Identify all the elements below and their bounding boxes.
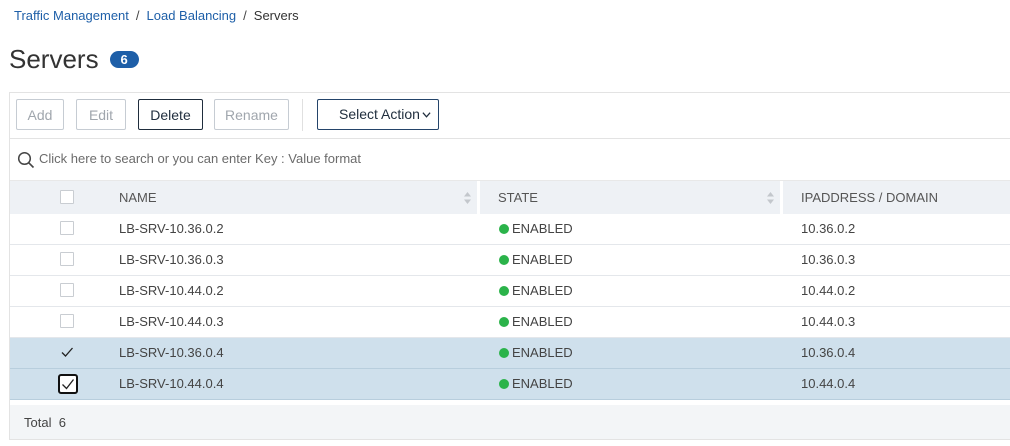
server-state-label: ENABLED bbox=[512, 345, 573, 360]
search-icon bbox=[17, 151, 35, 169]
total-label: Total bbox=[24, 415, 52, 430]
column-header-ipaddress-label: IPADDRESS / DOMAIN bbox=[801, 190, 939, 205]
server-state-label: ENABLED bbox=[512, 283, 573, 298]
server-name: LB-SRV-10.36.0.3 bbox=[119, 252, 224, 267]
server-name: LB-SRV-10.44.0.4 bbox=[119, 376, 224, 391]
status-dot-icon bbox=[499, 255, 509, 265]
server-state-label: ENABLED bbox=[512, 252, 573, 267]
chevron-down-icon bbox=[422, 112, 431, 118]
server-ip: 10.44.0.3 bbox=[801, 314, 856, 329]
row-checkbox[interactable] bbox=[60, 314, 74, 328]
server-state: ENABLED bbox=[499, 214, 573, 244]
delete-button[interactable]: Delete bbox=[138, 99, 203, 130]
toolbar-divider bbox=[302, 99, 303, 131]
row-checkbox[interactable] bbox=[60, 252, 74, 266]
server-state: ENABLED bbox=[499, 369, 573, 399]
row-checkbox[interactable] bbox=[60, 221, 74, 235]
rename-button[interactable]: Rename bbox=[214, 99, 289, 130]
table-row[interactable]: LB-SRV-10.44.0.3 ENABLED 10.44.0.3 bbox=[10, 307, 1010, 338]
sort-icon bbox=[767, 192, 774, 204]
server-ip: 10.44.0.2 bbox=[801, 283, 856, 298]
table-footer: Total 6 bbox=[10, 405, 1010, 439]
add-button[interactable]: Add bbox=[16, 99, 64, 130]
count-badge: 6 bbox=[109, 51, 139, 68]
column-header-name[interactable]: NAME bbox=[103, 181, 480, 214]
status-dot-icon bbox=[499, 286, 509, 296]
table-row[interactable]: LB-SRV-10.36.0.2 ENABLED 10.36.0.2 bbox=[10, 214, 1010, 245]
server-name: LB-SRV-10.44.0.2 bbox=[119, 283, 224, 298]
select-action-dropdown[interactable]: Select Action bbox=[317, 99, 439, 130]
page-header: Servers 6 bbox=[9, 44, 139, 75]
status-dot-icon bbox=[499, 379, 509, 389]
row-checkbox-checked[interactable] bbox=[60, 345, 74, 359]
column-header-ipaddress[interactable]: IPADDRESS / DOMAIN bbox=[786, 181, 1010, 214]
table-row[interactable]: LB-SRV-10.44.0.2 ENABLED 10.44.0.2 bbox=[10, 276, 1010, 307]
select-action-label: Select Action bbox=[339, 106, 420, 122]
server-state: ENABLED bbox=[499, 276, 573, 306]
server-state: ENABLED bbox=[499, 338, 573, 368]
server-ip: 10.36.0.2 bbox=[801, 221, 856, 236]
servers-panel: Add Edit Delete Rename Select Action Cli… bbox=[9, 92, 1010, 440]
column-header-state[interactable]: STATE bbox=[483, 181, 783, 214]
check-icon bbox=[61, 347, 73, 357]
server-name: LB-SRV-10.44.0.3 bbox=[119, 314, 224, 329]
table-row-selected[interactable]: LB-SRV-10.36.0.4 ENABLED 10.36.0.4 bbox=[10, 338, 1010, 369]
server-ip: 10.44.0.4 bbox=[801, 376, 856, 391]
row-checkbox[interactable] bbox=[60, 283, 74, 297]
search-bar[interactable]: Click here to search or you can enter Ke… bbox=[10, 139, 1010, 181]
select-all-cell bbox=[10, 181, 100, 214]
total-value: 6 bbox=[58, 415, 66, 430]
breadcrumb: Traffic Management / Load Balancing / Server… bbox=[14, 8, 299, 23]
page-title: Servers bbox=[9, 44, 99, 74]
server-ip: 10.36.0.4 bbox=[801, 345, 856, 360]
server-state-label: ENABLED bbox=[512, 314, 573, 329]
breadcrumb-separator: / bbox=[135, 8, 140, 23]
breadcrumb-separator: / bbox=[243, 8, 247, 23]
server-state: ENABLED bbox=[499, 307, 573, 337]
toolbar: Add Edit Delete Rename Select Action bbox=[10, 93, 1010, 139]
server-name: LB-SRV-10.36.0.2 bbox=[119, 221, 224, 236]
breadcrumb-current: Servers bbox=[253, 8, 299, 23]
search-placeholder: Click here to search or you can enter Ke… bbox=[39, 151, 362, 166]
status-dot-icon bbox=[499, 317, 509, 327]
server-state: ENABLED bbox=[499, 245, 573, 275]
column-header-name-label: NAME bbox=[119, 190, 157, 205]
row-checkbox-checked-focused[interactable] bbox=[58, 374, 78, 394]
breadcrumb-link-traffic-management[interactable]: Traffic Management bbox=[14, 8, 129, 23]
status-dot-icon bbox=[499, 348, 509, 358]
table-header: NAME STATE IPADDRESS / DOMAIN bbox=[10, 181, 1010, 214]
table-row[interactable]: LB-SRV-10.36.0.3 ENABLED 10.36.0.3 bbox=[10, 245, 1010, 276]
edit-button[interactable]: Edit bbox=[76, 99, 126, 130]
column-header-state-label: STATE bbox=[498, 190, 538, 205]
server-state-label: ENABLED bbox=[512, 221, 573, 236]
server-ip: 10.36.0.3 bbox=[801, 252, 856, 267]
total-count: Total 6 bbox=[24, 415, 66, 430]
breadcrumb-link-load-balancing[interactable]: Load Balancing bbox=[147, 8, 237, 23]
table-row-selected[interactable]: LB-SRV-10.44.0.4 ENABLED 10.44.0.4 bbox=[10, 369, 1010, 400]
server-state-label: ENABLED bbox=[512, 376, 573, 391]
check-icon bbox=[62, 379, 75, 390]
status-dot-icon bbox=[499, 224, 509, 234]
servers-table: NAME STATE IPADDRESS / DOMAIN LB-SRV-10.… bbox=[10, 181, 1010, 400]
server-name: LB-SRV-10.36.0.4 bbox=[119, 345, 224, 360]
sort-icon bbox=[464, 192, 471, 204]
select-all-checkbox[interactable] bbox=[60, 190, 74, 204]
